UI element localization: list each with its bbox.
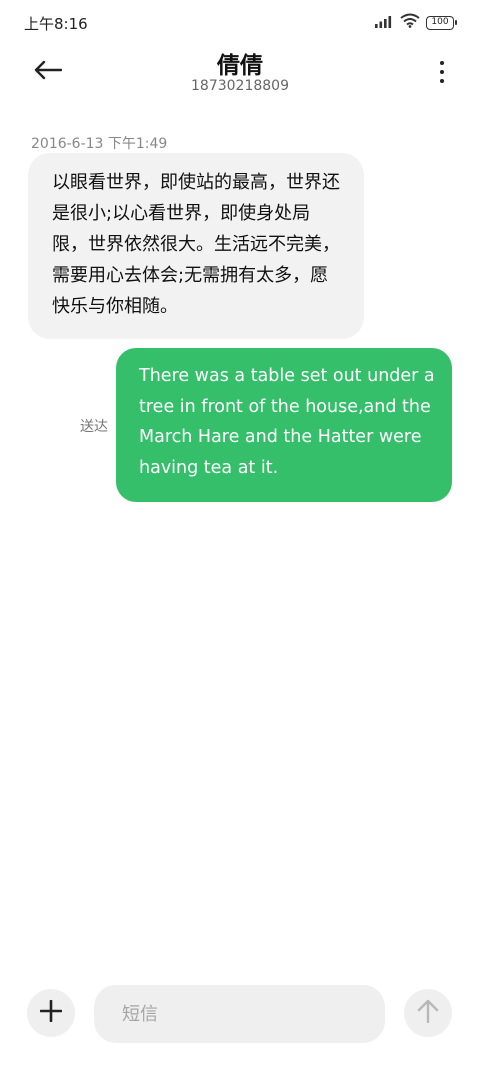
delivery-status: 送达 xyxy=(80,419,108,435)
message-input[interactable] xyxy=(94,985,385,1043)
battery-icon: 100 xyxy=(426,15,457,30)
more-options-button[interactable] xyxy=(432,54,452,90)
conversation-header: 倩倩 18730218809 xyxy=(0,44,480,104)
more-vertical-icon xyxy=(440,61,444,65)
contact-name: 倩倩 xyxy=(217,53,263,79)
status-bar: 上午8:16 100 xyxy=(0,0,480,44)
message-composer xyxy=(0,984,480,1044)
wifi-icon xyxy=(400,13,420,32)
add-attachment-button[interactable] xyxy=(27,989,75,1037)
status-time: 上午8:16 xyxy=(24,15,88,33)
message-timestamp: 2016-6-13 下午1:49 xyxy=(31,136,168,152)
send-button[interactable] xyxy=(404,989,452,1037)
more-vertical-icon xyxy=(440,70,444,74)
send-arrow-icon xyxy=(417,999,439,1027)
status-icons: 100 xyxy=(374,13,457,32)
contact-number: 18730218809 xyxy=(191,78,289,94)
incoming-message-bubble[interactable]: 以眼看世界，即使站的最高，世界还是很小;以心看世界，即使身处局限，世界依然很大。… xyxy=(28,153,364,339)
plus-icon xyxy=(39,999,63,1026)
outgoing-message-bubble[interactable]: There was a table set out under a tree i… xyxy=(116,348,452,502)
signal-icon xyxy=(374,13,394,32)
more-vertical-icon xyxy=(440,79,444,83)
